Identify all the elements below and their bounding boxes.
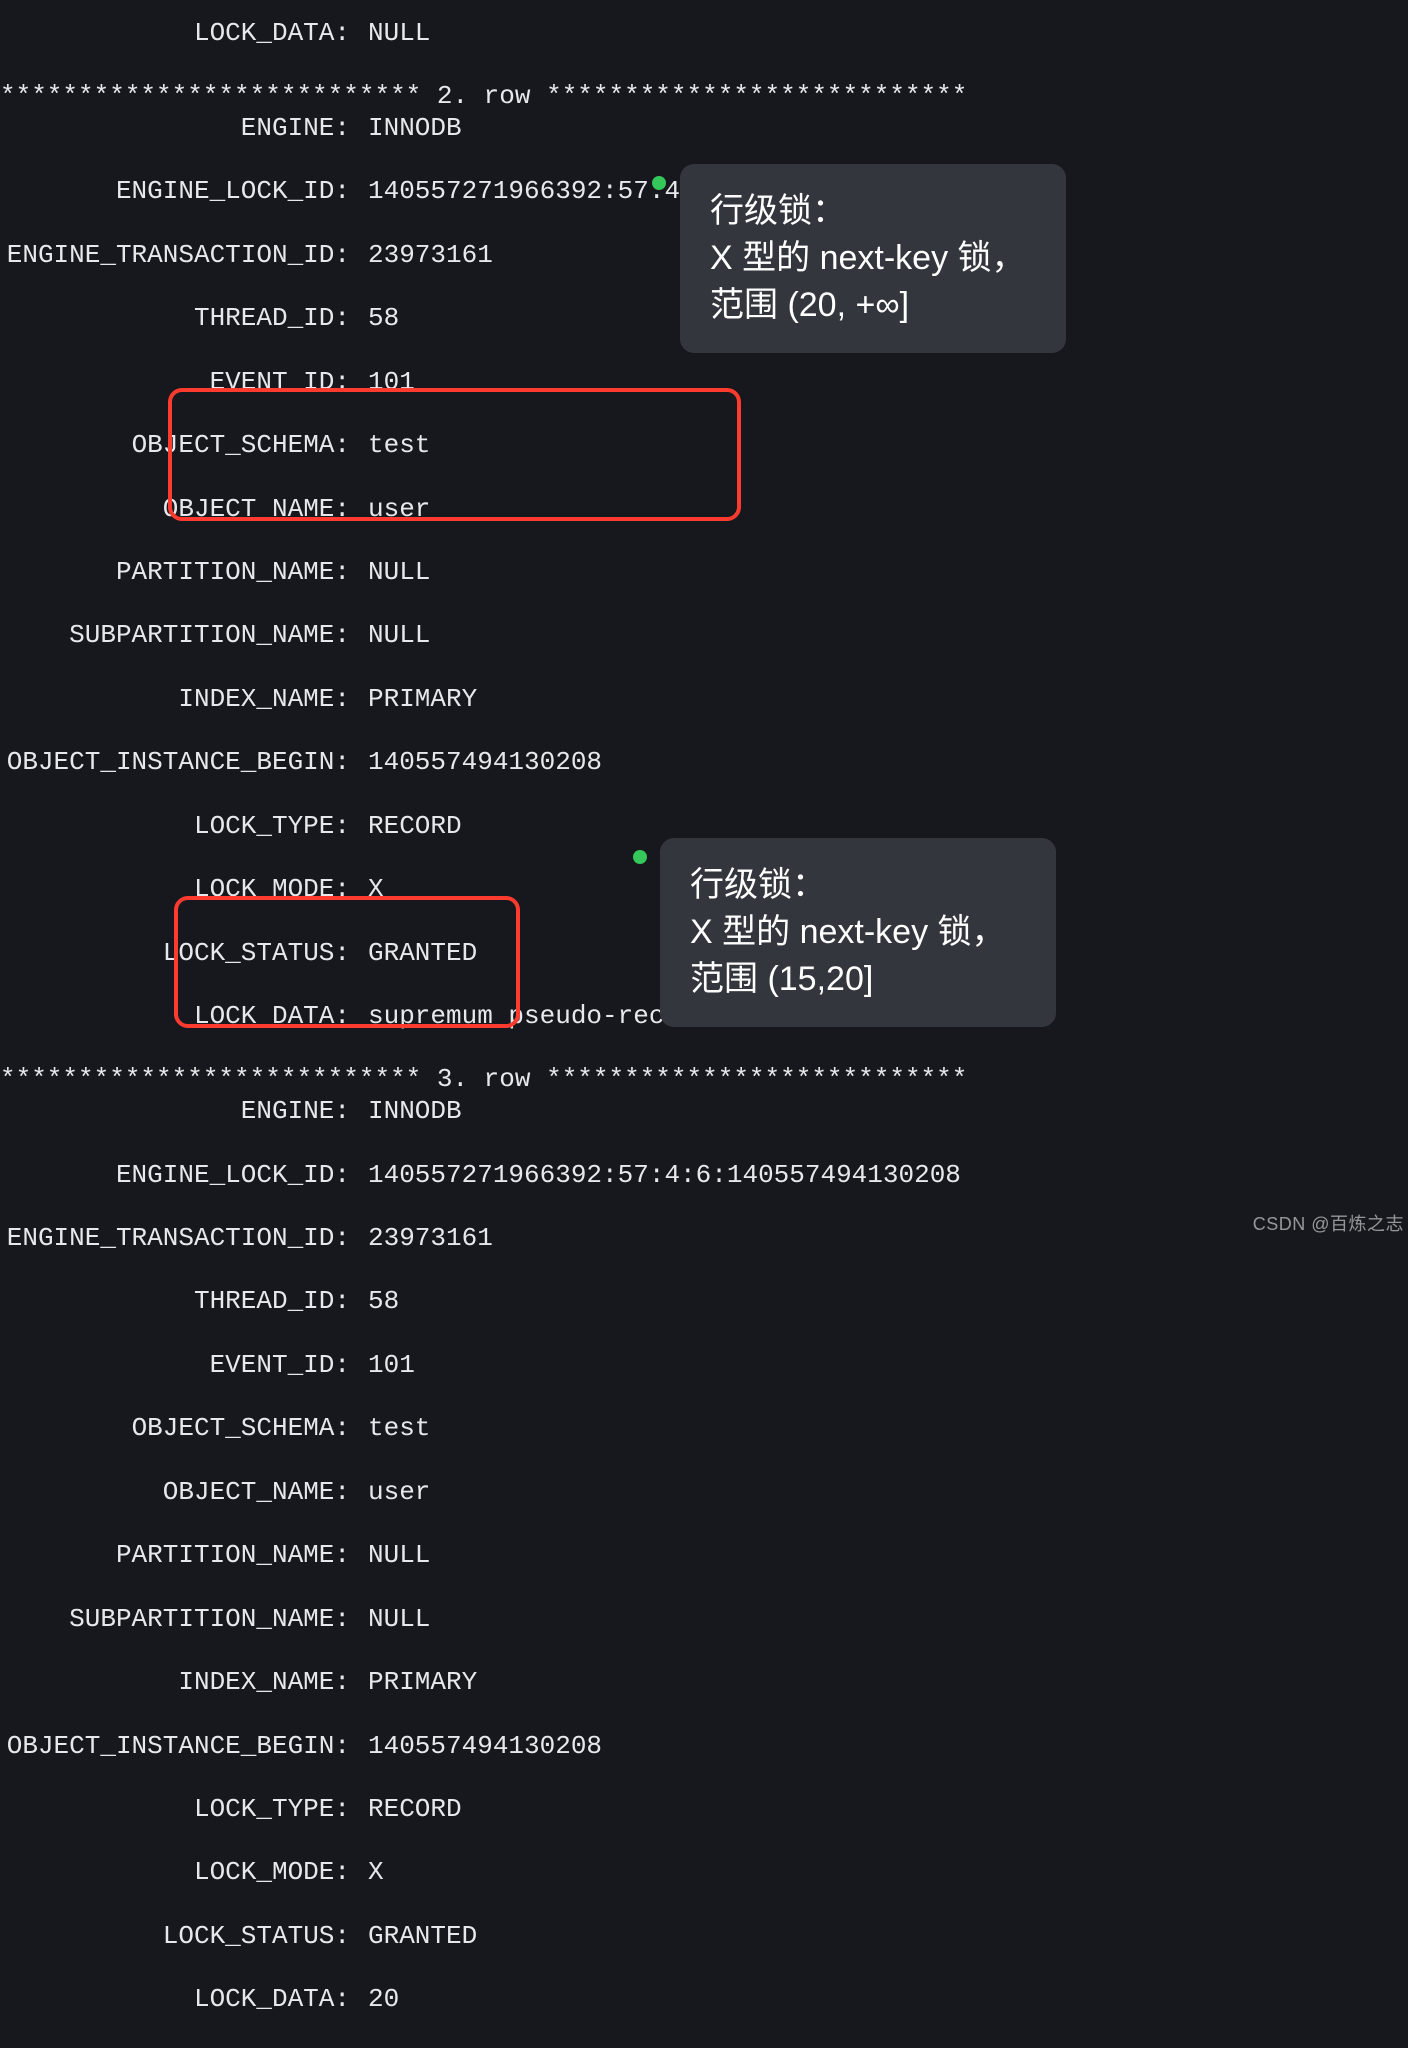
- field-val: NULL: [350, 1540, 430, 1572]
- field-key: OBJECT_INSTANCE_BEGIN:: [0, 1731, 350, 1763]
- field-val: 140557271966392:57:4:6:140557494130208: [350, 1160, 961, 1192]
- row3-lock-type: LOCK_TYPE:RECORD: [0, 1794, 967, 1826]
- field-key: OBJECT_SCHEMA:: [0, 1413, 350, 1445]
- field-val: NULL: [350, 18, 430, 50]
- row2-engine: ENGINE:INNODB: [0, 113, 967, 145]
- field-val: X: [350, 874, 384, 906]
- field-key: OBJECT_INSTANCE_BEGIN:: [0, 747, 350, 779]
- field-key: SUBPARTITION_NAME:: [0, 1604, 350, 1636]
- field-val: RECORD: [350, 811, 462, 843]
- field-val: test: [350, 430, 430, 462]
- field-key: LOCK_DATA:: [0, 1001, 350, 1033]
- field-val: supremum pseudo-record: [350, 1001, 711, 1033]
- callout-line: X 型的 next-key 锁，: [710, 235, 1036, 282]
- field-val: 23973161: [350, 1223, 493, 1255]
- field-key: LOCK_DATA:: [0, 1984, 350, 2016]
- field-key: ENGINE_TRANSACTION_ID:: [0, 240, 350, 272]
- field-val: PRIMARY: [350, 1667, 477, 1699]
- field-val: 101: [350, 1350, 415, 1382]
- row3-event-id: EVENT_ID:101: [0, 1350, 967, 1382]
- field-key: OBJECT_NAME:: [0, 494, 350, 526]
- row3-subpartition-name: SUBPARTITION_NAME:NULL: [0, 1604, 967, 1636]
- callout-line: X 型的 next-key 锁，: [690, 909, 1026, 956]
- annotation-callout-1: 行级锁： X 型的 next-key 锁， 范围 (20, +∞]: [680, 164, 1066, 353]
- field-key: OBJECT_NAME:: [0, 1477, 350, 1509]
- field-key: THREAD_ID:: [0, 303, 350, 335]
- field-key: OBJECT_SCHEMA:: [0, 430, 350, 462]
- field-key: LOCK_MODE:: [0, 874, 350, 906]
- field-val: NULL: [350, 620, 430, 652]
- field-key: THREAD_ID:: [0, 1286, 350, 1318]
- field-val: INNODB: [350, 113, 462, 145]
- bullet-icon: [652, 176, 666, 190]
- callout-line: 行级锁：: [690, 862, 1026, 909]
- callout-line: 范围 (20, +∞]: [710, 282, 1036, 329]
- field-val: 140557494130208: [350, 1731, 602, 1763]
- field-key: LOCK_MODE:: [0, 1857, 350, 1889]
- row2-index-name: INDEX_NAME:PRIMARY: [0, 684, 967, 716]
- row3-thread-id: THREAD_ID:58: [0, 1286, 967, 1318]
- row3-partition-name: PARTITION_NAME:NULL: [0, 1540, 967, 1572]
- field-key: ENGINE:: [0, 113, 350, 145]
- field-val: 101: [350, 367, 415, 399]
- field-key: ENGINE_TRANSACTION_ID:: [0, 1223, 350, 1255]
- row3-engine-lock-id: ENGINE_LOCK_ID:140557271966392:57:4:6:14…: [0, 1160, 967, 1192]
- field-val: 140557494130208: [350, 747, 602, 779]
- row-separator-2: *************************** 2. row *****…: [0, 81, 967, 111]
- field-val: X: [350, 1857, 384, 1889]
- field-key: INDEX_NAME:: [0, 684, 350, 716]
- field-key: EVENT_ID:: [0, 1350, 350, 1382]
- row2-partition-name: PARTITION_NAME:NULL: [0, 557, 967, 589]
- callout-line: 行级锁：: [710, 188, 1036, 235]
- field-val: GRANTED: [350, 938, 477, 970]
- field-key: ENGINE:: [0, 1096, 350, 1128]
- row3-engine-tx-id: ENGINE_TRANSACTION_ID:23973161: [0, 1223, 967, 1255]
- field-val: NULL: [350, 557, 430, 589]
- row3-lock-mode: LOCK_MODE:X: [0, 1857, 967, 1889]
- row2-event-id: EVENT_ID:101: [0, 367, 967, 399]
- row2-object-name: OBJECT_NAME:user: [0, 494, 967, 526]
- row2-subpartition-name: SUBPARTITION_NAME:NULL: [0, 620, 967, 652]
- row-separator-3: *************************** 3. row *****…: [0, 1064, 967, 1094]
- field-val: 58: [350, 303, 399, 335]
- field-val: 23973161: [350, 240, 493, 272]
- field-key: ENGINE_LOCK_ID:: [0, 1160, 350, 1192]
- field-key: EVENT_ID:: [0, 367, 350, 399]
- row1-lock-data: LOCK_DATA:NULL: [0, 18, 967, 50]
- row3-lock-data: LOCK_DATA:20: [0, 1984, 967, 2016]
- callout-line: 范围 (15,20]: [690, 956, 1026, 1003]
- row3-index-name: INDEX_NAME:PRIMARY: [0, 1667, 967, 1699]
- row3-object-name: OBJECT_NAME:user: [0, 1477, 967, 1509]
- field-key: LOCK_TYPE:: [0, 1794, 350, 1826]
- row3-object-instance-begin: OBJECT_INSTANCE_BEGIN:140557494130208: [0, 1731, 967, 1763]
- field-val: RECORD: [350, 1794, 462, 1826]
- field-val: NULL: [350, 1604, 430, 1636]
- field-key: PARTITION_NAME:: [0, 1540, 350, 1572]
- field-key: PARTITION_NAME:: [0, 557, 350, 589]
- field-val: test: [350, 1413, 430, 1445]
- field-val: 20: [350, 1984, 399, 2016]
- field-key: LOCK_STATUS:: [0, 1921, 350, 1953]
- field-val: user: [350, 1477, 430, 1509]
- row2-object-instance-begin: OBJECT_INSTANCE_BEGIN:140557494130208: [0, 747, 967, 779]
- field-val: user: [350, 494, 430, 526]
- bullet-icon: [633, 850, 647, 864]
- field-key: SUBPARTITION_NAME:: [0, 620, 350, 652]
- field-val: INNODB: [350, 1096, 462, 1128]
- row2-object-schema: OBJECT_SCHEMA:test: [0, 430, 967, 462]
- field-key: LOCK_DATA:: [0, 18, 350, 50]
- field-key: LOCK_TYPE:: [0, 811, 350, 843]
- field-key: ENGINE_LOCK_ID:: [0, 176, 350, 208]
- annotation-callout-2: 行级锁： X 型的 next-key 锁， 范围 (15,20]: [660, 838, 1056, 1027]
- field-val: 58: [350, 1286, 399, 1318]
- field-key: INDEX_NAME:: [0, 1667, 350, 1699]
- field-key: LOCK_STATUS:: [0, 938, 350, 970]
- watermark-text: CSDN @百炼之志: [1253, 1214, 1404, 1236]
- field-val: PRIMARY: [350, 684, 477, 716]
- row3-lock-status: LOCK_STATUS:GRANTED: [0, 1921, 967, 1953]
- row3-object-schema: OBJECT_SCHEMA:test: [0, 1413, 967, 1445]
- row3-engine: ENGINE:INNODB: [0, 1096, 967, 1128]
- field-val: GRANTED: [350, 1921, 477, 1953]
